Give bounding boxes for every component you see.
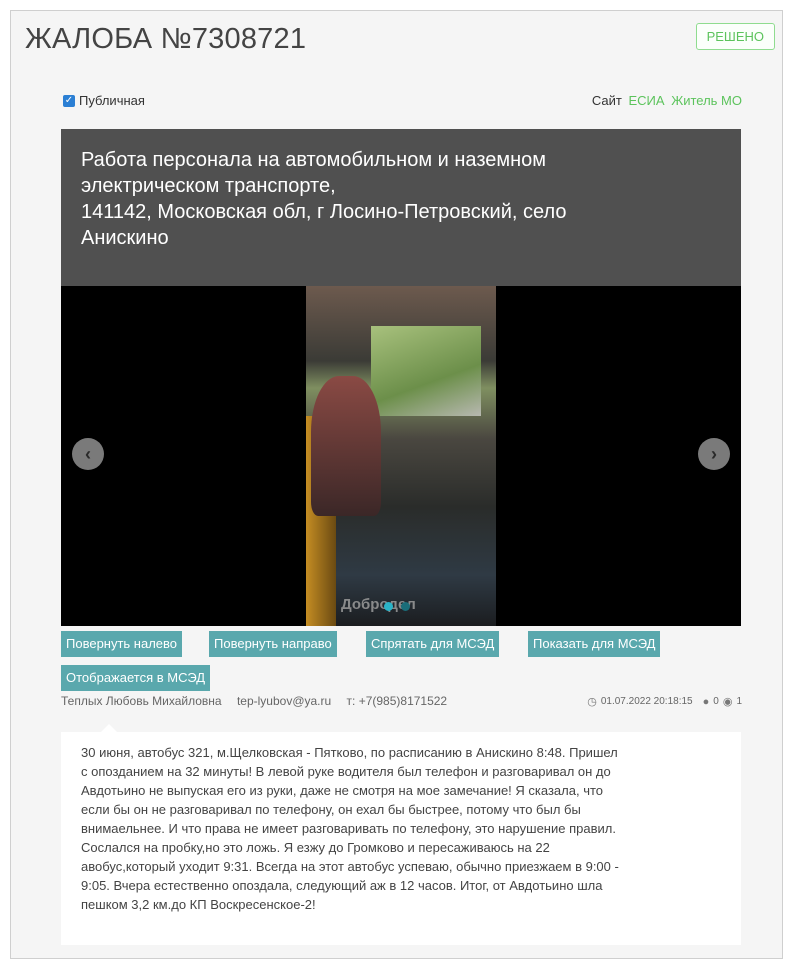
message-line: авобус,который уходит 9:31. Всегда на эт… xyxy=(81,859,619,874)
source-label: Сайт xyxy=(591,93,622,108)
author-phone: т: +7(985)8171522 xyxy=(346,694,448,708)
public-label: Публичная xyxy=(79,93,145,108)
message-line: пешком 3,2 км.до КП Воскресенское-2! xyxy=(81,897,316,912)
author-email[interactable]: tep-lyubov@ya.ru xyxy=(237,694,331,708)
hide-msed-button[interactable]: Спрятать для МСЭД xyxy=(366,631,500,657)
photo-driver xyxy=(311,376,381,516)
show-msed-button[interactable]: Показать для МСЭД xyxy=(528,631,661,657)
source-link-zhitel-mo[interactable]: Житель МО xyxy=(671,93,742,108)
category-line: электрическом транспорте, xyxy=(81,175,336,197)
complaint-text: 30 июня, автобус 321, м.Щелковская - Пят… xyxy=(61,724,741,945)
photo-window xyxy=(371,326,481,416)
category-line: Работа персонала на автомобильном и назе… xyxy=(81,149,547,171)
message-line: 9:05. Вчера естественно опоздала, следую… xyxy=(81,878,603,893)
comments-count: 0 xyxy=(713,696,719,707)
slide-dot[interactable] xyxy=(401,602,410,611)
slide-dot-active[interactable] xyxy=(384,602,393,611)
source-row: Сайт ЕСИА Житель МО xyxy=(592,93,742,108)
chevron-right-icon[interactable]: › xyxy=(698,438,730,470)
message-line: если бы он не разговаривал по телефону, … xyxy=(81,802,581,817)
source-link-esia[interactable]: ЕСИА xyxy=(629,93,665,108)
message-line: с опозданием на 32 минуты! В левой руке … xyxy=(81,764,611,779)
public-checkbox-row[interactable]: ✓ Публичная xyxy=(63,93,145,108)
message-line: Авдотьино не выпуская его из руки, даже … xyxy=(81,783,604,798)
address-line: Анискино xyxy=(81,227,169,249)
message-line: внимаельнее. И что права не имеет разгов… xyxy=(81,821,616,836)
chevron-left-icon[interactable]: ‹ xyxy=(72,438,104,470)
photo-gallery: Добродел ‹ › xyxy=(61,286,741,626)
clock-icon: ◷ xyxy=(587,696,597,708)
rotate-left-button[interactable]: Повернуть налево xyxy=(61,631,183,657)
slide-dots xyxy=(384,602,410,611)
bus-photo[interactable] xyxy=(306,286,496,626)
page-title: ЖАЛОБА №7308721 xyxy=(25,23,307,55)
rotate-right-button[interactable]: Повернуть направо xyxy=(209,631,337,657)
category-header: Работа персонала на автомобильном и назе… xyxy=(61,129,741,286)
author-name: Теплых Любовь Михайловна xyxy=(61,694,222,708)
shown-msed-button[interactable]: Отображается в МСЭД xyxy=(61,665,211,691)
message-line: Сослался на пробку,но это ложь. Я езжу д… xyxy=(81,840,550,855)
complaint-datetime: 01.07.2022 20:18:15 xyxy=(600,696,693,707)
complaint-panel: ЖАЛОБА №7308721 РЕШЕНО ✓ Публичная Сайт … xyxy=(10,10,783,959)
meta-info: ◷ 01.07.2022 20:18:15 ● 0 ◉ 1 xyxy=(587,695,742,709)
views-count: 1 xyxy=(736,696,742,707)
eye-icon: ◉ xyxy=(722,696,733,708)
message-line: 30 июня, автобус 321, м.Щелковская - Пят… xyxy=(81,745,618,760)
status-badge: РЕШЕНО xyxy=(695,23,775,50)
checkbox-icon[interactable]: ✓ xyxy=(63,94,75,107)
author-row: Теплых Любовь Михайловна tep-lyubov@ya.r… xyxy=(61,694,447,708)
comments-icon: ● xyxy=(702,695,710,708)
address-line: 141142, Московская обл, г Лосино-Петровс… xyxy=(81,201,567,223)
